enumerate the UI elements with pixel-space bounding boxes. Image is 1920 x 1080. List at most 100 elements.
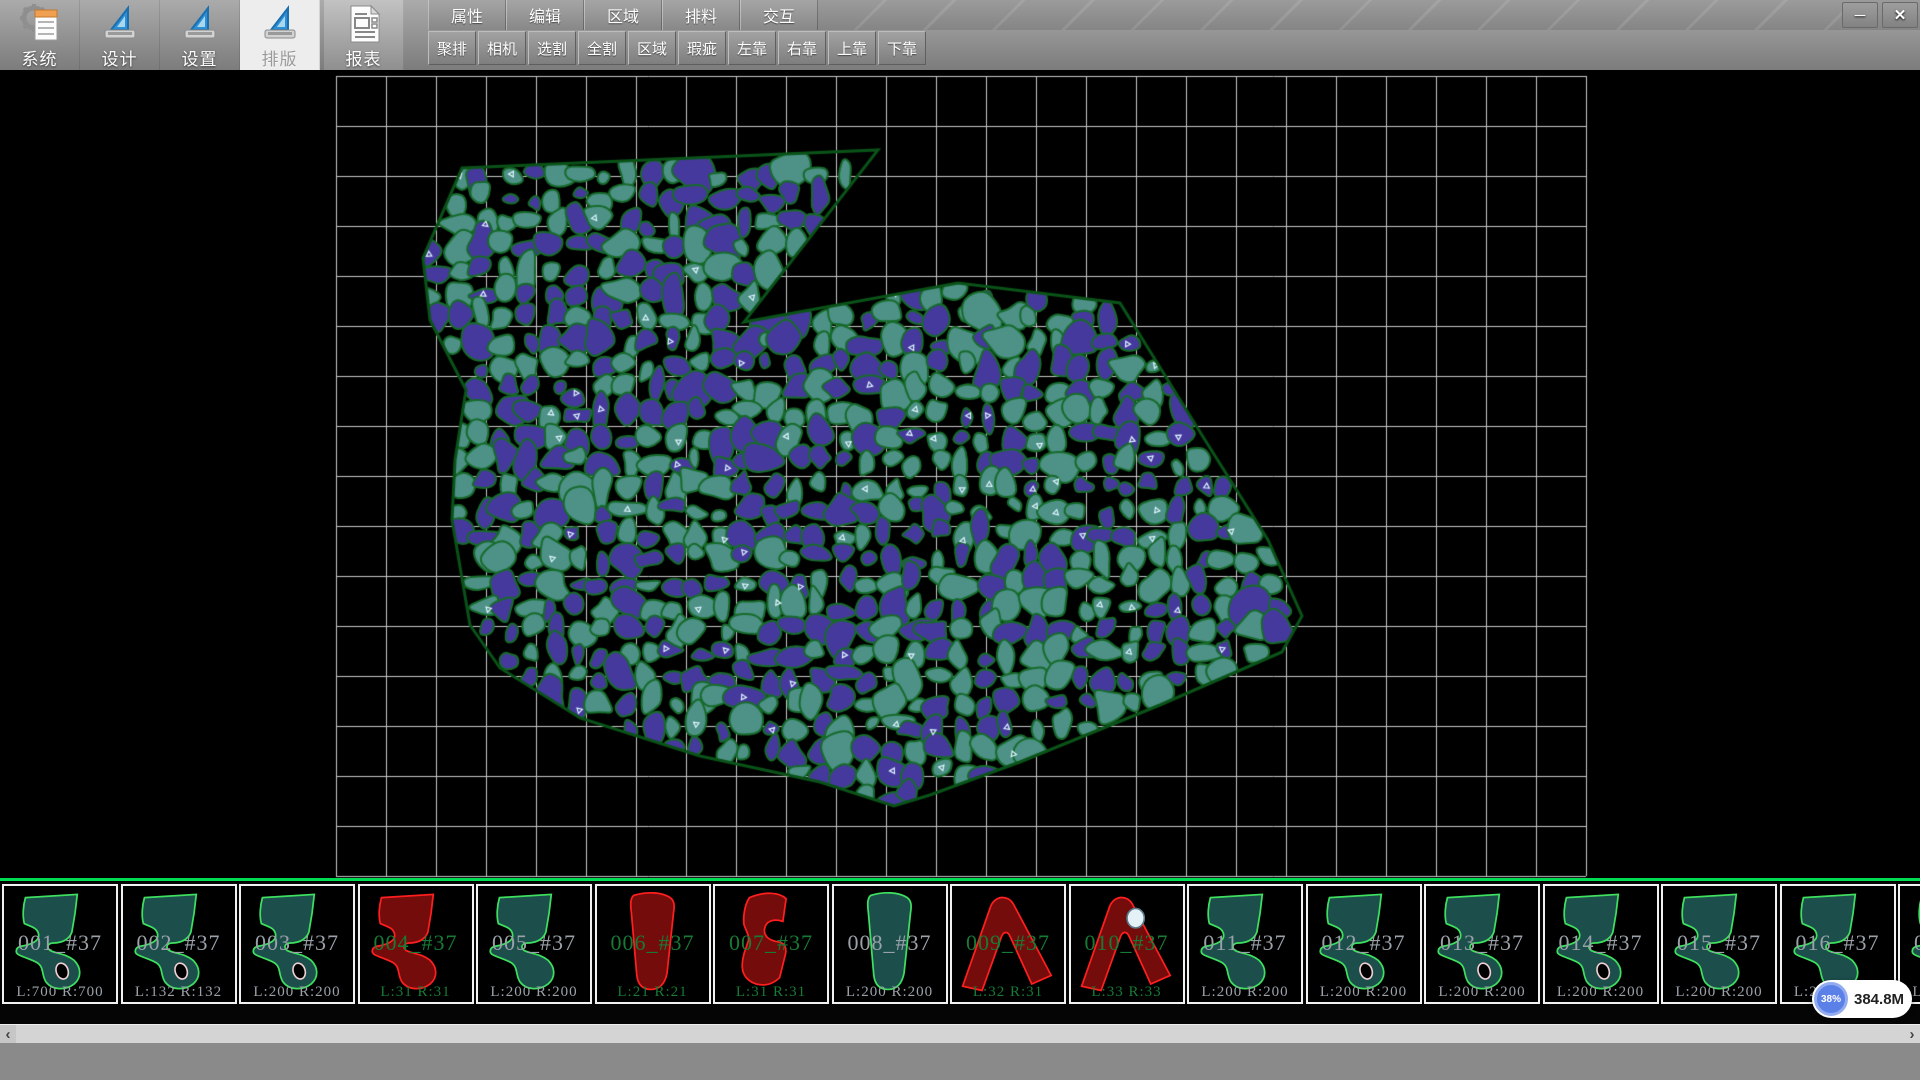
piece-lr-count: L:31 R:31 xyxy=(360,984,472,1001)
piece-lr-count: L:200 R:200 xyxy=(1426,984,1538,1001)
piece-lr-count: L:31 R:31 xyxy=(715,984,827,1001)
main-toolbar-buttons: 系统 设计 xyxy=(0,0,404,70)
piece-thumbnail-008_#37[interactable]: 008_#37 L:200 R:200 xyxy=(832,884,948,1004)
piece-lr-count: L:700 R:700 xyxy=(4,984,116,1001)
piece-id-label: 017_#37 xyxy=(1900,930,1920,956)
piece-id-label: 014_#37 xyxy=(1545,930,1657,956)
ruler-triangle-icon xyxy=(178,3,222,45)
piece-thumbnail-013_#37[interactable]: 013_#37 L:200 R:200 xyxy=(1424,884,1540,1004)
toolbar-right-area: 属性 编辑 区域 排料 交互 ─ ✕ 聚排 相机 选割 全割 区域 瑕疵 左靠 … xyxy=(428,0,1920,70)
piece-thumbnail-010_#37[interactable]: 010_#37 L:33 R:33 xyxy=(1069,884,1185,1004)
piece-id-label: 005_#37 xyxy=(478,930,590,956)
piece-id-label: 001_#37 xyxy=(4,930,116,956)
toolbar-button-report[interactable]: 报表 xyxy=(324,0,404,70)
progress-percent: 38% xyxy=(1821,994,1841,1005)
piece-thumbnail-009_#37[interactable]: 009_#37 L:32 R:31 xyxy=(950,884,1066,1004)
action-cluster-nest[interactable]: 聚排 xyxy=(428,31,476,65)
action-snap-top[interactable]: 上靠 xyxy=(828,31,876,65)
piece-thumbnail-004_#37[interactable]: 004_#37 L:31 R:31 xyxy=(358,884,474,1004)
piece-id-label: 007_#37 xyxy=(715,930,827,956)
toolbar-button-label: 排版 xyxy=(262,45,298,70)
piece-lr-count: L:132 R:132 xyxy=(123,984,235,1001)
tab-interaction[interactable]: 交互 xyxy=(740,0,818,30)
ruler-triangle-icon xyxy=(98,3,142,45)
piece-lr-count: L:200 R:200 xyxy=(1308,984,1420,1001)
scroll-right-arrow-icon[interactable]: › xyxy=(1904,1025,1920,1044)
toolbar-button-label: 设计 xyxy=(102,45,138,70)
action-cut-all[interactable]: 全割 xyxy=(578,31,626,65)
piece-thumbnail-014_#37[interactable]: 014_#37 L:200 R:200 xyxy=(1543,884,1659,1004)
minimize-button[interactable]: ─ xyxy=(1842,2,1878,28)
toolbar-button-design[interactable]: 设计 xyxy=(80,0,160,70)
piece-id-label: 008_#37 xyxy=(834,930,946,956)
piece-id-label: 003_#37 xyxy=(241,930,353,956)
piece-lr-count: L:21 R:21 xyxy=(597,984,709,1001)
horizontal-scrollbar[interactable]: ‹ › xyxy=(0,1024,1920,1044)
titlebar-drag-area xyxy=(818,0,1842,30)
action-camera[interactable]: 相机 xyxy=(478,31,526,65)
piece-lr-count: L:200 R:200 xyxy=(1663,984,1775,1001)
piece-thumbnail-003_#37[interactable]: 003_#37 L:200 R:200 xyxy=(239,884,355,1004)
action-snap-left[interactable]: 左靠 xyxy=(728,31,776,65)
nesting-canvas-area xyxy=(0,70,1920,880)
piece-id-label: 004_#37 xyxy=(360,930,472,956)
piece-thumbnail-005_#37[interactable]: 005_#37 L:200 R:200 xyxy=(476,884,592,1004)
toolbar-button-system[interactable]: 系统 xyxy=(0,0,80,70)
tab-region[interactable]: 区域 xyxy=(584,0,662,30)
scroll-left-arrow-icon[interactable]: ‹ xyxy=(0,1025,16,1044)
piece-thumbnail-012_#37[interactable]: 012_#37 L:200 R:200 xyxy=(1306,884,1422,1004)
action-region[interactable]: 区域 xyxy=(628,31,676,65)
piece-thumbnail-015_#37[interactable]: 015_#37 L:200 R:200 xyxy=(1661,884,1777,1004)
piece-id-label: 002_#37 xyxy=(123,930,235,956)
piece-lr-count: L:200 R:200 xyxy=(241,984,353,1001)
piece-id-label: 013_#37 xyxy=(1426,930,1538,956)
close-button[interactable]: ✕ xyxy=(1882,2,1918,28)
piece-id-label: 016_#37 xyxy=(1782,930,1894,956)
report-document-icon xyxy=(342,3,386,45)
system-gear-document-icon xyxy=(18,3,62,45)
piece-lr-count: L:33 R:33 xyxy=(1071,984,1183,1001)
piece-lr-count: L:32 R:31 xyxy=(952,984,1064,1001)
action-select-cut[interactable]: 选割 xyxy=(528,31,576,65)
piece-thumbnail-001_#37[interactable]: 001_#37 L:700 R:700 xyxy=(2,884,118,1004)
toolbar-button-layout-selected[interactable]: 排版 xyxy=(240,0,320,70)
nesting-canvas[interactable] xyxy=(0,70,1920,880)
action-snap-bottom[interactable]: 下靠 xyxy=(878,31,926,65)
tab-nesting[interactable]: 排料 xyxy=(662,0,740,30)
menu-tab-bar: 属性 编辑 区域 排料 交互 ─ ✕ xyxy=(428,0,1920,30)
ruler-triangle-icon xyxy=(258,3,302,45)
piece-id-label: 006_#37 xyxy=(597,930,709,956)
piece-id-label: 012_#37 xyxy=(1308,930,1420,956)
strip-divider-line xyxy=(0,878,1920,881)
action-snap-right[interactable]: 右靠 xyxy=(778,31,826,65)
piece-thumbnail-011_#37[interactable]: 011_#37 L:200 R:200 xyxy=(1187,884,1303,1004)
action-defect[interactable]: 瑕疵 xyxy=(678,31,726,65)
piece-thumbnail-strip: 001_#37L:700 R:700002_#37L:132 R:132003_… xyxy=(0,882,1920,1024)
progress-indicator[interactable]: 38% 384.8M xyxy=(1812,980,1912,1018)
progress-size-label: 384.8M xyxy=(1854,991,1904,1008)
action-button-bar: 聚排 相机 选割 全割 区域 瑕疵 左靠 右靠 上靠 下靠 xyxy=(428,30,926,69)
app-window: 系统 设计 xyxy=(0,0,1920,1080)
piece-id-label: 010_#37 xyxy=(1071,930,1183,956)
toolbar-button-label: 系统 xyxy=(22,45,58,70)
piece-id-label: 011_#37 xyxy=(1189,930,1301,956)
progress-percent-badge: 38% xyxy=(1814,982,1848,1016)
tab-properties[interactable]: 属性 xyxy=(428,0,506,30)
toolbar-button-settings[interactable]: 设置 xyxy=(160,0,240,70)
toolbar-button-label: 设置 xyxy=(182,45,218,70)
piece-thumbnail-002_#37[interactable]: 002_#37 L:132 R:132 xyxy=(121,884,237,1004)
piece-lr-count: L:200 R:200 xyxy=(1189,984,1301,1001)
piece-hole xyxy=(1127,908,1144,927)
piece-thumbnail-006_#37[interactable]: 006_#37 L:21 R:21 xyxy=(595,884,711,1004)
tab-edit[interactable]: 编辑 xyxy=(506,0,584,30)
toolbar-button-label: 报表 xyxy=(346,45,382,70)
toolbar: 系统 设计 xyxy=(0,0,1920,71)
status-bar xyxy=(0,1043,1920,1080)
piece-thumbnail-007_#37[interactable]: 007_#37 L:31 R:31 xyxy=(713,884,829,1004)
piece-lr-count: L:200 R:200 xyxy=(1545,984,1657,1001)
piece-lr-count: L:200 R:200 xyxy=(478,984,590,1001)
piece-lr-count: L:200 R:200 xyxy=(834,984,946,1001)
piece-id-label: 009_#37 xyxy=(952,930,1064,956)
window-controls: ─ ✕ xyxy=(1842,0,1920,30)
piece-id-label: 015_#37 xyxy=(1663,930,1775,956)
